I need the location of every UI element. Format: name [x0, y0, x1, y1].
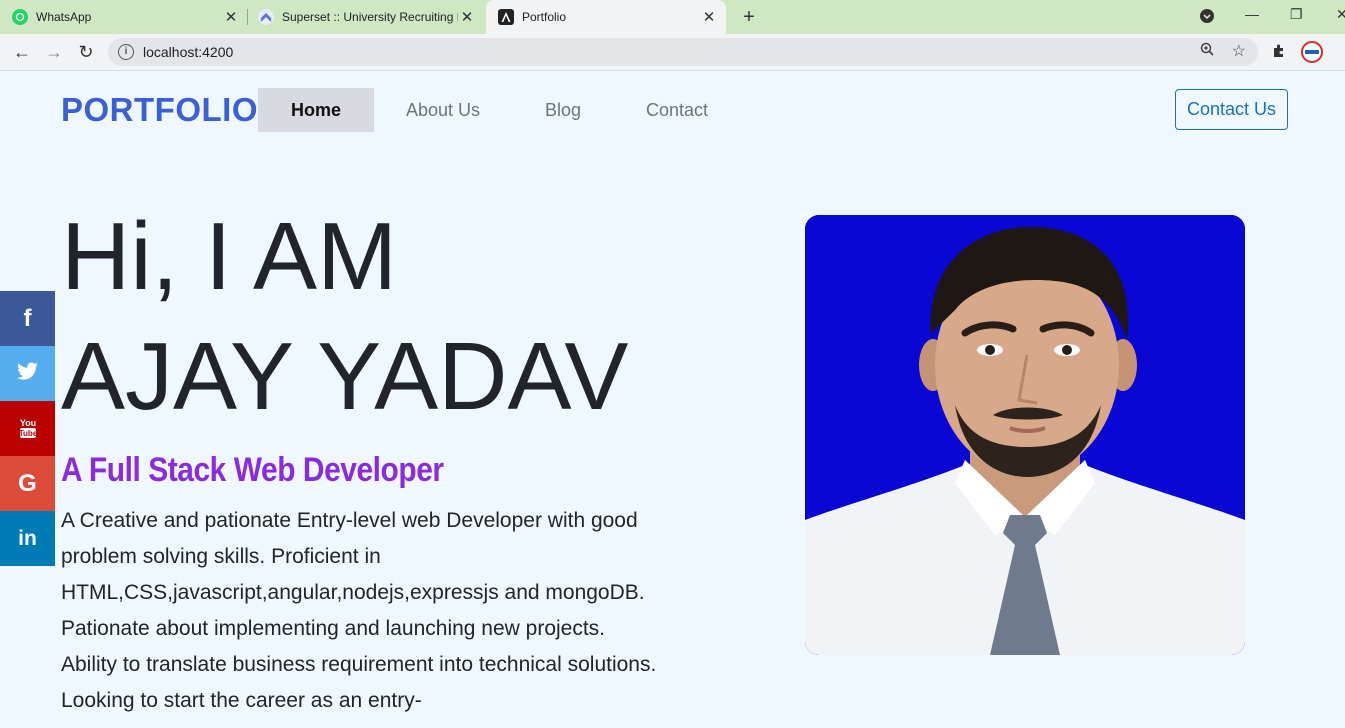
tab-separator	[247, 9, 248, 25]
tab-title: Superset :: University Recruiting P	[282, 10, 458, 24]
nav-link-home[interactable]: Home	[258, 88, 374, 132]
youtube-link[interactable]: You Tube	[0, 401, 55, 456]
hero-role: A Full Stack Web Developer	[61, 451, 444, 489]
facebook-icon: f	[23, 304, 32, 332]
youtube-icon: You Tube	[18, 417, 37, 441]
hero-bio: A Creative and pationate Entry-level web…	[61, 509, 657, 712]
profile-avatar[interactable]	[1301, 41, 1323, 63]
twitter-link[interactable]	[0, 346, 55, 401]
facebook-link[interactable]: f	[0, 291, 55, 346]
tab-whatsapp[interactable]: WhatsApp ✕	[12, 0, 248, 34]
tab-superset[interactable]: Superset :: University Recruiting P ✕	[258, 0, 484, 34]
linkedin-icon: in	[18, 526, 37, 550]
minimize-icon[interactable]: —	[1245, 6, 1259, 22]
angular-icon	[498, 9, 514, 25]
svg-text:Tube: Tube	[19, 429, 37, 438]
tab-title: Portfolio	[522, 10, 567, 24]
hero-name: AJAY YADAV	[61, 323, 629, 430]
reload-icon[interactable]: ↻	[74, 41, 98, 63]
tab-search-icon[interactable]	[1200, 9, 1214, 26]
close-window-icon[interactable]: ✕	[1336, 6, 1345, 23]
close-tab-icon[interactable]: ✕	[222, 8, 240, 26]
brand-logo[interactable]: PORTFOLIO	[61, 91, 258, 129]
tab-title: WhatsApp	[36, 10, 92, 24]
linkedin-link[interactable]: in	[0, 511, 55, 566]
superset-icon	[258, 9, 274, 25]
google-link[interactable]: G	[0, 456, 55, 511]
tab-strip: WhatsApp ✕ Superset :: University Recrui…	[0, 0, 1345, 34]
contact-us-button[interactable]: Contact Us	[1175, 89, 1288, 130]
url-input[interactable]: i localhost:4200 ☆	[108, 38, 1258, 66]
browser-menu-icon[interactable]: ⋮	[1338, 42, 1345, 62]
close-tab-icon[interactable]: ✕	[458, 8, 476, 26]
zoom-icon[interactable]	[1200, 42, 1214, 60]
nav-link-about-us[interactable]: About Us	[384, 88, 502, 132]
svg-text:You: You	[19, 418, 35, 428]
forward-icon[interactable]: →	[42, 41, 66, 63]
new-tab-button[interactable]: +	[738, 6, 760, 28]
page-content: PORTFOLIO Home About Us Blog Contact Con…	[0, 71, 1345, 728]
nav-link-contact[interactable]: Contact	[626, 88, 728, 132]
hero-greeting: Hi, I AM	[61, 203, 398, 310]
whatsapp-icon	[12, 9, 28, 25]
back-icon[interactable]: ←	[10, 41, 34, 63]
restore-icon[interactable]: ❐	[1290, 6, 1303, 23]
google-icon: G	[18, 469, 37, 497]
address-bar: ← → ↻ i localhost:4200 ☆ ⋮	[0, 34, 1345, 71]
profile-photo	[805, 215, 1245, 655]
nav-link-blog[interactable]: Blog	[512, 88, 614, 132]
twitter-icon	[16, 362, 39, 386]
site-info-icon[interactable]: i	[118, 44, 134, 60]
close-tab-icon[interactable]: ✕	[700, 8, 718, 26]
url-text: localhost:4200	[143, 44, 234, 60]
bookmark-star-icon[interactable]: ☆	[1232, 41, 1246, 61]
tab-portfolio[interactable]: Portfolio ✕	[486, 0, 726, 34]
extensions-icon[interactable]	[1271, 43, 1287, 63]
